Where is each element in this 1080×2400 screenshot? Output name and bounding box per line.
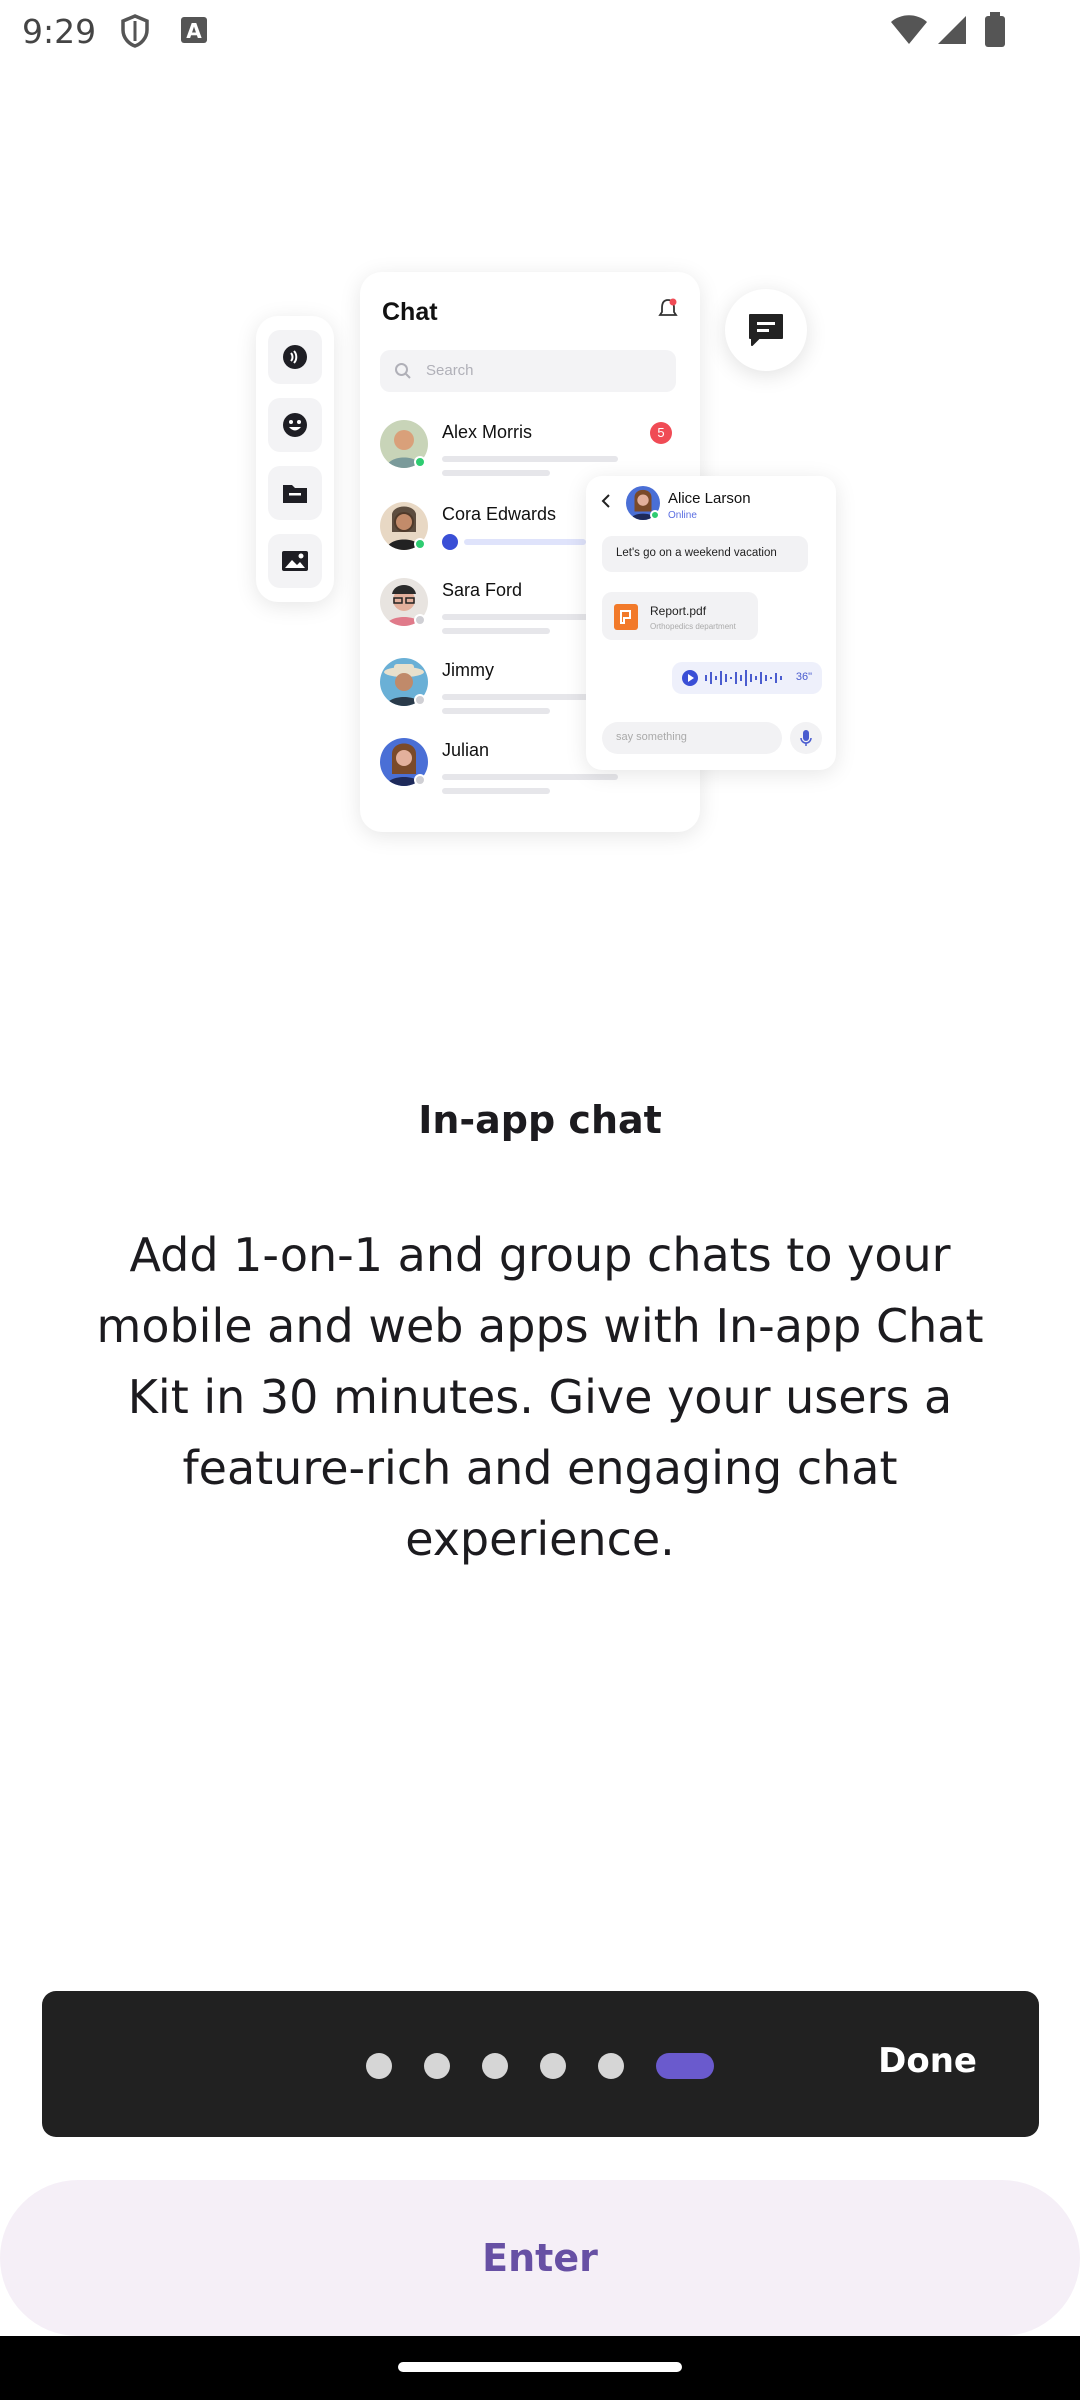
preview-line (442, 628, 550, 634)
page-indicator-dot[interactable] (540, 2053, 566, 2079)
voice-message: 36" (672, 662, 822, 694)
waveform (704, 669, 784, 692)
back-icon (600, 494, 612, 513)
mic-icon (790, 722, 822, 754)
enter-button[interactable]: Enter (0, 2180, 1080, 2336)
audio-icon (268, 330, 322, 384)
chat-bubble-icon (725, 289, 807, 371)
file-name: Report.pdf (650, 604, 707, 618)
side-rail (256, 316, 334, 602)
status-dot (414, 614, 426, 626)
preview-line (442, 614, 592, 620)
page-indicator-dot[interactable] (366, 2053, 392, 2079)
bell-icon (658, 298, 678, 325)
preview-line (442, 470, 550, 476)
page-indicator-dot[interactable] (598, 2053, 624, 2079)
conversation-name: Alice Larson (668, 490, 751, 507)
folder-icon (268, 466, 322, 520)
input-placeholder: say something (616, 731, 687, 743)
emoji-icon (268, 398, 322, 452)
conversation-card: Alice Larson Online Let's go on a weeken… (586, 476, 836, 770)
status-dot (414, 538, 426, 550)
status-dot (414, 694, 426, 706)
enter-button-label: Enter (482, 2236, 598, 2280)
file-bubble: Report.pdf Orthopedics department (602, 592, 758, 640)
message-text: Let's go on a weekend vacation (616, 547, 777, 559)
contact-name: Jimmy (442, 660, 494, 680)
preview-line (442, 774, 618, 780)
voice-duration: 36" (795, 671, 812, 683)
preview-line (442, 694, 592, 700)
preview-line (442, 708, 550, 714)
conversation-status: Online (668, 510, 697, 521)
page-description: Add 1-on-1 and group chats to your mobil… (96, 1228, 984, 1566)
message-input: say something (602, 722, 782, 754)
play-icon (682, 670, 698, 686)
unread-badge: 5 (650, 422, 672, 444)
file-subtitle: Orthopedics department (650, 622, 736, 631)
page-indicator-dot[interactable] (482, 2053, 508, 2079)
chat-title: Chat (382, 298, 438, 326)
home-gesture-handle[interactable] (398, 2362, 682, 2372)
contact-name: Alex Morris (442, 422, 533, 442)
contact-name: Sara Ford (442, 580, 523, 600)
message-bubble: Let's go on a weekend vacation (602, 536, 808, 572)
contact-name: Julian (442, 740, 490, 760)
voice-play-icon (442, 534, 458, 550)
status-dot (414, 456, 426, 468)
pdf-file-icon (614, 604, 638, 630)
page-indicator-dot[interactable] (424, 2053, 450, 2079)
search-icon (395, 363, 411, 379)
preview-line (464, 539, 586, 545)
chat-illustration: Chat Search Alex Morris 5 Cora Edwards S… (0, 0, 1080, 900)
contact-name: Cora Edwards (442, 504, 557, 524)
search-input: Search (380, 350, 676, 392)
done-button[interactable]: Done (878, 2041, 977, 2081)
search-placeholder: Search (426, 362, 474, 379)
image-icon (268, 534, 322, 588)
page-indicator-active[interactable] (656, 2053, 714, 2079)
status-dot (650, 510, 660, 520)
pager-bar: Done (42, 1991, 1039, 2137)
preview-line (442, 788, 550, 794)
preview-line (442, 456, 618, 462)
page-title: In-app chat (418, 1098, 662, 1142)
status-dot (414, 774, 426, 786)
